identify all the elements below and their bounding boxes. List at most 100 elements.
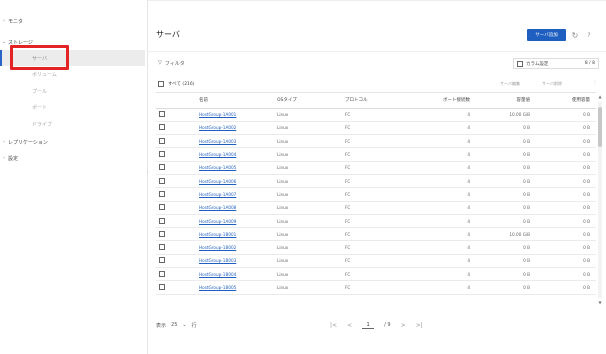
server-name-link[interactable]: HostGroup-1A004 xyxy=(199,152,236,157)
sidebar-subitem-port[interactable]: ポート xyxy=(0,99,145,115)
scroll-down-icon[interactable]: ▼ xyxy=(597,300,603,305)
column-header-capacity[interactable]: 容量値 xyxy=(476,93,536,109)
table-row[interactable]: HostGroup-1A007 Linux FC 4 0 B0 B xyxy=(156,187,596,202)
cell-os: Linux xyxy=(274,267,342,282)
page-number-input[interactable]: 1 xyxy=(362,322,375,329)
table-row[interactable]: HostGroup-1A002 Linux FC 4 0 B0 B xyxy=(156,121,596,136)
prev-page-icon[interactable]: < xyxy=(347,322,352,329)
row-checkbox-cell xyxy=(156,134,196,149)
server-name-link[interactable]: HostGroup-1B001 xyxy=(199,232,236,237)
help-icon[interactable]: ? xyxy=(584,29,594,41)
table-scrollbar[interactable]: ▲ ▼ xyxy=(597,94,603,306)
select-all[interactable]: すべて (216) xyxy=(158,79,195,89)
column-header-os[interactable]: OSタイプ xyxy=(274,93,342,109)
server-name-link[interactable]: HostGroup-1A009 xyxy=(199,219,236,224)
chevron-down-icon[interactable]: ⌄ xyxy=(182,322,186,328)
scrollbar-thumb[interactable] xyxy=(598,107,602,147)
server-name-link[interactable]: HostGroup-1A001 xyxy=(199,112,236,117)
cell-ports: 4 xyxy=(410,121,476,136)
row-checkbox[interactable] xyxy=(159,124,165,131)
server-name-link[interactable]: HostGroup-1A005 xyxy=(199,165,236,170)
column-header-ports[interactable]: ボート接続数 xyxy=(410,93,476,109)
column-header-used[interactable]: 使用容量 xyxy=(536,93,596,109)
row-checkbox[interactable] xyxy=(159,217,165,224)
row-checkbox[interactable] xyxy=(159,151,165,158)
select-all-checkbox[interactable] xyxy=(158,81,164,87)
last-page-icon[interactable]: >| xyxy=(416,322,423,329)
row-checkbox[interactable] xyxy=(159,257,165,264)
cell-capacity: 0 B xyxy=(476,267,536,282)
sidebar-item-monitor[interactable]: › モニタ xyxy=(0,16,23,26)
row-checkbox[interactable] xyxy=(159,204,165,211)
cell-protocol: FC xyxy=(342,121,410,136)
row-checkbox[interactable] xyxy=(159,137,165,144)
table-row[interactable]: HostGroup-1A005 Linux FC 4 0 B0 B xyxy=(156,161,596,175)
cell-name: HostGroup-1B004 xyxy=(196,267,274,282)
cell-capacity: 0 B xyxy=(476,214,536,229)
server-name-link[interactable]: HostGroup-1B003 xyxy=(199,258,236,263)
server-name-link[interactable]: HostGroup-1A003 xyxy=(199,139,236,144)
cell-ports: 4 xyxy=(410,108,476,122)
sidebar-item-replication[interactable]: › レプリケーション xyxy=(0,137,48,147)
cell-ports: 4 xyxy=(410,147,476,162)
row-checkbox[interactable] xyxy=(159,270,165,277)
more-icon[interactable]: ⋮ xyxy=(592,79,598,86)
server-name-link[interactable]: HostGroup-1A007 xyxy=(199,192,236,197)
sidebar-item-settings[interactable]: › 設定 xyxy=(0,153,18,163)
server-name-link[interactable]: HostGroup-1A008 xyxy=(199,205,236,210)
refresh-icon[interactable]: ↻ xyxy=(570,29,580,41)
next-page-icon[interactable]: > xyxy=(401,322,406,329)
cell-used: 0 B xyxy=(536,174,596,189)
cell-used: 0 B xyxy=(536,121,596,136)
row-checkbox[interactable] xyxy=(159,284,165,290)
cell-used: 0 B xyxy=(536,254,596,269)
row-checkbox-cell xyxy=(156,147,196,162)
cell-ports: 4 xyxy=(410,161,476,175)
server-name-link[interactable]: HostGroup-1B004 xyxy=(199,272,236,277)
column-settings-button[interactable]: カラム設定 8 / 8 xyxy=(513,58,599,69)
page-total: / 9 xyxy=(384,322,391,328)
table-row[interactable]: HostGroup-1A003 Linux FC 4 0 B0 B xyxy=(156,134,596,149)
sidebar-item-label: レプリケーション xyxy=(8,139,48,146)
column-header-protocol[interactable]: プロトコル xyxy=(342,93,410,109)
delete-server-button[interactable]: サーバ削除 xyxy=(542,79,562,89)
page-size-select[interactable]: 25 xyxy=(171,322,177,328)
filter-toggle[interactable]: ▽ フィルタ xyxy=(158,58,185,68)
row-checkbox[interactable] xyxy=(159,111,165,118)
table-row[interactable]: HostGroup-1B002 Linux FC 4 0 B0 B xyxy=(156,240,596,255)
row-checkbox[interactable] xyxy=(159,244,165,251)
server-name-link[interactable]: HostGroup-1B005 xyxy=(199,285,236,290)
table-row[interactable]: HostGroup-1A008 Linux FC 4 0 B0 B xyxy=(156,201,596,215)
row-checkbox-cell xyxy=(156,201,196,215)
add-server-button[interactable]: サーバ追加 xyxy=(527,29,566,41)
edit-server-button[interactable]: サーバ編集 xyxy=(500,79,520,89)
table-row[interactable]: HostGroup-1A009 Linux FC 4 0 B0 B xyxy=(156,214,596,229)
table-row[interactable]: HostGroup-1B005 Linux FC 4 0 B0 B xyxy=(156,280,596,295)
table-row[interactable]: HostGroup-1B001 Linux FC 4 10.00 GiB 0 B xyxy=(156,227,596,242)
table-row[interactable]: HostGroup-1A006 Linux FC 4 0 B0 B xyxy=(156,174,596,189)
row-checkbox[interactable] xyxy=(159,177,165,184)
column-header-name[interactable]: 名前 xyxy=(196,93,274,109)
server-name-link[interactable]: HostGroup-1A006 xyxy=(199,179,236,184)
row-checkbox-cell xyxy=(156,187,196,202)
row-checkbox[interactable] xyxy=(159,190,165,197)
cell-name: HostGroup-1A003 xyxy=(196,134,274,149)
cell-capacity: 0 B xyxy=(476,254,536,269)
table-row[interactable]: HostGroup-1B003 Linux FC 4 0 B0 B xyxy=(156,254,596,269)
server-name-link[interactable]: HostGroup-1B002 xyxy=(199,245,236,250)
table-row[interactable]: HostGroup-1A001 Linux FC 4 10.00 GiB 0 B xyxy=(156,108,596,122)
scroll-up-icon[interactable]: ▲ xyxy=(597,94,603,99)
row-checkbox[interactable] xyxy=(159,164,165,171)
server-name-link[interactable]: HostGroup-1A002 xyxy=(199,125,236,130)
cell-os: Linux xyxy=(274,240,342,255)
row-checkbox-cell xyxy=(156,280,196,295)
cell-protocol: FC xyxy=(342,174,410,189)
sidebar-subitem-drive[interactable]: ドライブ xyxy=(0,116,145,132)
column-settings-label: カラム設定 xyxy=(526,61,549,67)
sidebar-subitem-pool[interactable]: プール xyxy=(0,83,145,99)
table-row[interactable]: HostGroup-1B004 Linux FC 4 0 B0 B xyxy=(156,267,596,282)
cell-capacity: 0 B xyxy=(476,280,536,295)
first-page-icon[interactable]: |< xyxy=(330,322,337,329)
table-row[interactable]: HostGroup-1A004 Linux FC 4 0 B0 B xyxy=(156,147,596,162)
row-checkbox[interactable] xyxy=(159,230,165,237)
